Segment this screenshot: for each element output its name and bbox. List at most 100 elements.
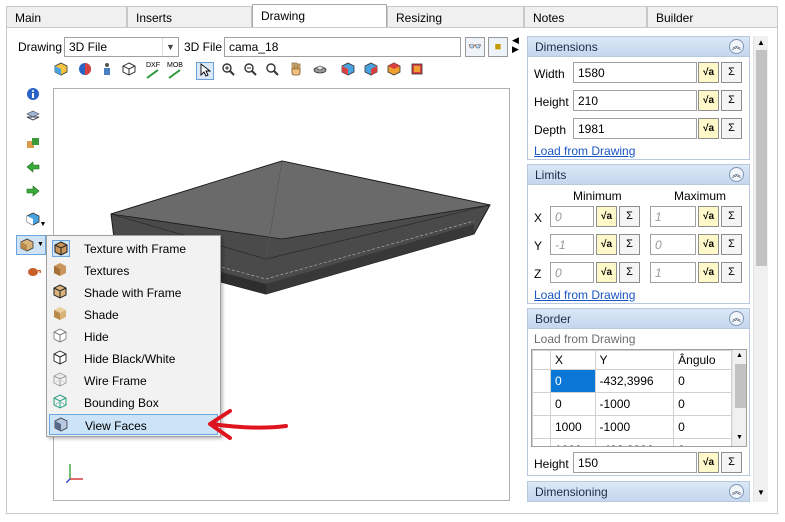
scroll-down-icon[interactable]: ▼ [736,434,743,441]
limit-z-max-input[interactable]: 1 [650,262,696,283]
view-cube-dropdown[interactable]: ▼ [24,212,48,230]
teapot-icon[interactable] [24,264,42,282]
limit-y-min-sum-button[interactable]: Σ [619,234,640,255]
pan-hand-icon[interactable] [287,62,305,80]
menu-item-shade-with-frame[interactable]: Shade with Frame [49,282,218,303]
width-sum-button[interactable]: Σ [721,62,742,83]
table-cell[interactable]: -432,3996 [594,438,675,446]
table-cell[interactable]: -1000 [594,392,675,416]
info-icon[interactable] [24,87,42,105]
menu-item-bounding-box[interactable]: Bounding Box [49,392,218,413]
dimensioning-panel-header[interactable]: Dimensioning ︽ [528,482,749,502]
table-cell[interactable]: 0 [550,392,596,416]
scroll-up-icon[interactable]: ▲ [736,352,743,359]
limit-y-max-input[interactable]: 0 [650,234,696,255]
limit-x-min-input[interactable]: 0 [550,206,594,227]
limit-x-max-formula-button[interactable]: √a [698,206,719,227]
limit-z-max-sum-button[interactable]: Σ [721,262,742,283]
binoculars-button[interactable]: 👓 [465,37,485,57]
border-points-grid[interactable]: X Y Ângulo 0 -432,3996 0 0 -1000 0 1000 … [531,349,747,447]
collapse-icon[interactable]: ︽ [729,39,744,54]
limits-panel-header[interactable]: Limits ︽ [528,165,749,185]
border-grid-scrollbar[interactable]: ▲ ▼ [732,350,746,446]
zoom-out-icon[interactable] [241,62,259,80]
menu-item-wire-frame[interactable]: Wire Frame [49,370,218,391]
dimensions-load-link[interactable]: Load from Drawing [534,144,635,158]
mob-export-icon[interactable]: MOB [166,62,184,80]
collapse-icon[interactable]: ︽ [729,167,744,182]
table-cell[interactable]: -1000 [594,415,675,439]
tab-inserts[interactable]: Inserts [127,6,252,27]
column-header-x[interactable]: X [550,350,596,370]
tab-notes[interactable]: Notes [524,6,647,27]
rotate-icon[interactable] [311,62,329,80]
collapse-icon[interactable]: ︽ [729,484,744,499]
person-icon[interactable] [98,62,116,80]
border-height-formula-button[interactable]: √a [698,452,719,473]
width-input[interactable]: 1580 [573,62,697,83]
table-cell[interactable]: 0 [673,415,732,439]
limit-x-min-sum-button[interactable]: Σ [619,206,640,227]
scroll-down-icon[interactable]: ▼ [757,488,765,497]
depth-formula-button[interactable]: √a [698,118,719,139]
limit-z-min-sum-button[interactable]: Σ [619,262,640,283]
height-formula-button[interactable]: √a [698,90,719,111]
scroll-up-icon[interactable]: ▲ [757,38,765,47]
height-input[interactable]: 210 [573,90,697,111]
menu-item-shade[interactable]: Shade [49,304,218,325]
view-iso-icon[interactable] [408,62,426,80]
table-cell[interactable]: 1000 [550,438,596,446]
row-header[interactable] [532,415,551,439]
cube-outline-icon[interactable] [120,62,138,80]
scrollbar-thumb[interactable] [756,50,767,266]
view-top-icon[interactable] [385,62,403,80]
tab-main[interactable]: Main [6,6,127,27]
view-side-icon[interactable] [362,62,380,80]
table-cell[interactable]: 0 [673,438,732,446]
depth-input[interactable]: 1981 [573,118,697,139]
border-height-input[interactable]: 150 [573,452,697,473]
file-name-input[interactable]: cama_18 [224,37,461,57]
view-front-icon[interactable] [339,62,357,80]
components-icon[interactable] [24,136,42,154]
scrollbar-thumb[interactable] [735,364,746,408]
tab-builder[interactable]: Builder [647,6,778,27]
open-file-button[interactable]: ■ [488,37,508,57]
limit-z-min-formula-button[interactable]: √a [596,262,617,283]
collapse-icon[interactable]: ︽ [729,311,744,326]
pointer-icon[interactable] [196,62,214,80]
row-header[interactable] [532,369,551,393]
drawing-type-select[interactable]: 3D File ▼ [64,37,179,57]
menu-item-view-faces[interactable]: View Faces [49,414,218,435]
limit-y-min-input[interactable]: -1 [550,234,594,255]
move-right-icon[interactable] [24,184,42,202]
width-formula-button[interactable]: √a [698,62,719,83]
table-cell[interactable]: 1000 [550,415,596,439]
limit-y-min-formula-button[interactable]: √a [596,234,617,255]
panel-toggle-arrows[interactable]: ◀ ▶ [512,36,519,54]
limit-y-max-sum-button[interactable]: Σ [721,234,742,255]
menu-item-textures[interactable]: Textures [49,260,218,281]
tab-resizing[interactable]: Resizing [387,6,524,27]
limit-z-min-input[interactable]: 0 [550,262,594,283]
border-height-sum-button[interactable]: Σ [721,452,742,473]
move-left-icon[interactable] [24,160,42,178]
column-header-angle[interactable]: Ângulo [673,350,732,370]
menu-item-hide[interactable]: Hide [49,326,218,347]
depth-sum-button[interactable]: Σ [721,118,742,139]
limit-z-max-formula-button[interactable]: √a [698,262,719,283]
row-header[interactable] [532,392,551,416]
sphere-icon[interactable] [76,62,94,80]
height-sum-button[interactable]: Σ [721,90,742,111]
layers-icon[interactable] [24,109,42,127]
cube-color-icon[interactable] [52,62,70,80]
menu-item-texture-with-frame[interactable]: Texture with Frame [49,238,218,259]
table-cell[interactable]: -432,3996 [594,369,675,393]
limit-x-min-formula-button[interactable]: √a [596,206,617,227]
column-header-y[interactable]: Y [594,350,675,370]
render-mode-dropdown-button[interactable]: ▼ [16,235,46,255]
limits-load-link[interactable]: Load from Drawing [534,288,635,302]
tab-drawing[interactable]: Drawing [252,4,387,27]
dimensions-panel-header[interactable]: Dimensions ︽ [528,37,749,57]
properties-scrollbar[interactable]: ▲ ▼ [753,36,768,502]
